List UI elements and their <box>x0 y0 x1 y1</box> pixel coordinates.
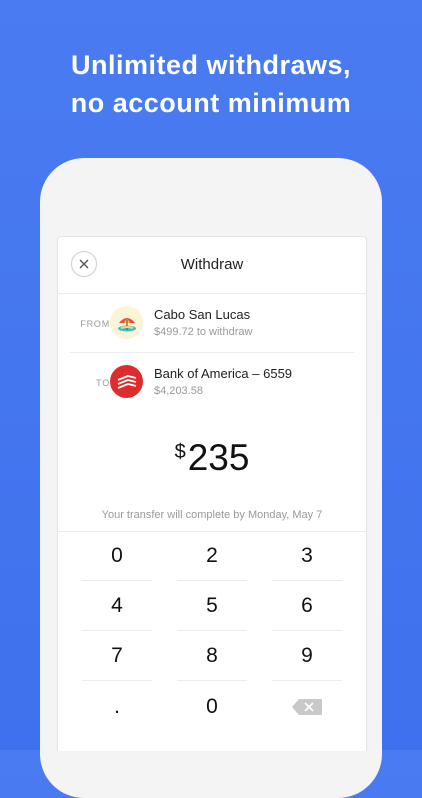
key-6[interactable]: 6 <box>272 582 342 631</box>
key-7[interactable]: 7 <box>82 632 152 681</box>
key-9[interactable]: 9 <box>272 632 342 681</box>
beach-umbrella-icon <box>110 306 143 339</box>
withdraw-card: Withdraw FROM Cabo San Lucas $499.72 to … <box>57 236 367 751</box>
to-account-row[interactable]: TO Bank of America – 6559 $4,203.58 <box>70 353 354 411</box>
from-account-name: Cabo San Lucas <box>154 307 251 322</box>
amount-value: 235 <box>187 437 250 478</box>
backspace-icon <box>291 698 323 716</box>
headline-line-2: no account minimum <box>70 88 352 118</box>
card-header: Withdraw <box>58 237 366 294</box>
withdraw-amount: $235 <box>58 437 366 479</box>
key-0-bottom[interactable]: 0 <box>177 682 247 731</box>
key-0[interactable]: 0 <box>82 532 152 581</box>
number-keypad: 0 2 3 4 5 6 7 8 9 . 0 <box>58 531 366 718</box>
backspace-button[interactable] <box>272 682 342 731</box>
key-4[interactable]: 4 <box>82 582 152 631</box>
to-label: TO <box>96 378 110 388</box>
currency-symbol: $ <box>174 441 186 463</box>
bank-of-america-logo-icon <box>110 365 143 398</box>
to-account-name: Bank of America – 6559 <box>154 366 293 381</box>
card-title: Withdraw <box>180 256 244 273</box>
key-decimal[interactable]: . <box>82 682 152 731</box>
key-8[interactable]: 8 <box>177 632 247 681</box>
key-3[interactable]: 3 <box>272 532 342 581</box>
key-5[interactable]: 5 <box>177 582 247 631</box>
promo-headline: Unlimited withdraws, no account minimum <box>0 46 422 122</box>
transfer-completion-note: Your transfer will complete by Monday, M… <box>101 509 323 521</box>
from-label: FROM <box>80 319 110 329</box>
from-account-row[interactable]: FROM Cabo San Lucas $499.72 to withdraw <box>70 294 354 353</box>
from-account-balance: $499.72 to withdraw <box>154 326 253 338</box>
key-2[interactable]: 2 <box>177 532 247 581</box>
to-account-balance: $4,203.58 <box>154 385 203 397</box>
headline-line-1: Unlimited withdraws, <box>70 50 352 80</box>
